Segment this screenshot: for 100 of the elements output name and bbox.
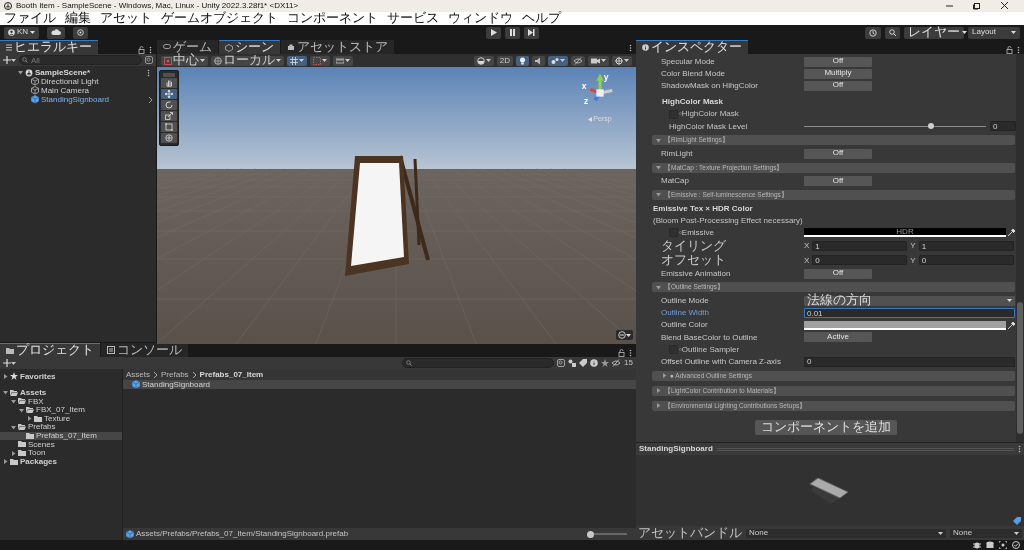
breadcrumb-link[interactable]: Assets [126,369,150,380]
move-tool[interactable] [161,89,177,99]
hierarchy-item[interactable]: Main Camera [41,85,89,96]
scan-icon[interactable] [999,541,1007,549]
more-icon[interactable] [1018,445,1021,453]
toggle-button[interactable]: Multiply [804,68,872,79]
panel-tab[interactable]: コンソール [101,343,188,357]
toggle-button[interactable]: Off [804,56,872,67]
check-circle-icon[interactable] [1012,541,1020,549]
tree-item[interactable]: Prefabs [28,422,56,433]
more-icon[interactable] [149,46,152,54]
toggle-button[interactable]: Off [804,80,872,91]
menu-item[interactable]: アセット [100,12,152,25]
effects-dropdown[interactable] [548,55,568,66]
hierarchy-item[interactable]: Directional Light [41,76,99,87]
search-field[interactable]: All [19,55,142,65]
asset-bundle-dropdown[interactable]: None [746,528,946,538]
variant-dropdown[interactable]: None [950,528,1022,538]
menu-item[interactable]: ゲームオブジェクト [161,12,278,25]
inspector-tab[interactable]: インスペクター [636,40,748,54]
add-button[interactable] [3,56,16,64]
lighting-toggle[interactable] [516,55,529,66]
step-button[interactable] [523,26,539,39]
signboard-drawing[interactable] [345,155,430,276]
snap-button[interactable] [310,55,330,66]
add-button[interactable] [3,359,16,367]
menu-item[interactable]: ファイル [4,12,56,25]
tree-item[interactable]: Favorites [20,371,56,382]
gizmos-dropdown[interactable] [612,55,632,66]
visibility-toggle[interactable] [571,55,585,66]
info-icon[interactable] [590,359,599,367]
hierarchy-item[interactable]: StandingSignboard [41,94,110,105]
audio-toggle[interactable] [532,55,545,66]
tree-item[interactable]: Packages [20,456,57,467]
hand-tool[interactable] [161,78,177,88]
color-swatch[interactable] [804,320,1006,330]
camera-overlay-button[interactable] [616,330,633,340]
pause-button[interactable] [504,26,520,39]
dropdown[interactable]: 法線の方向 [804,295,1015,306]
database-icon[interactable] [986,541,994,549]
caret-icon[interactable] [11,399,16,404]
text-field[interactable]: 0 [804,356,1015,367]
breadcrumb-link[interactable]: Prefabs_07_Item [199,369,264,380]
eyedropper-icon[interactable] [1008,229,1015,237]
slider-thumb[interactable] [928,123,935,130]
search-button[interactable] [885,26,900,39]
minimize-icon[interactable] [946,2,953,9]
scale-tool[interactable] [161,111,177,121]
grip-icon[interactable] [163,73,175,77]
tree-item[interactable]: Scenes [28,439,55,450]
more-icon[interactable] [629,44,632,52]
number-field[interactable]: 1 [918,241,1014,252]
search-options-icon[interactable] [145,56,153,64]
layout-dropdown[interactable]: Layout [968,26,1020,39]
caret-icon[interactable] [19,407,24,413]
bug-icon[interactable] [973,541,981,549]
hidden-eye-icon[interactable] [612,359,621,367]
close-icon[interactable] [1001,2,1008,9]
orientation-gizmo[interactable]: y x z [578,71,622,115]
maximize-icon[interactable] [973,2,981,10]
lock-icon[interactable] [138,46,145,54]
number-field[interactable]: 0 [990,121,1016,132]
menu-item[interactable]: ヘルプ [522,12,561,25]
caret-icon[interactable] [3,390,8,396]
scene-name[interactable]: SampleScene* [35,67,91,78]
number-field[interactable]: 0 [918,255,1014,266]
menu-item[interactable]: ウィンドウ [448,12,513,25]
play-button[interactable] [485,26,501,39]
rotate-tool[interactable] [161,100,177,110]
toggle-button[interactable]: Off [804,268,872,279]
history-button[interactable] [865,26,881,39]
rect-tool[interactable] [161,122,177,132]
type-filter-icon[interactable] [568,359,577,367]
number-field[interactable]: 0 [812,255,908,266]
view-tab[interactable]: シーン [219,40,280,54]
add-component-button[interactable]: コンポーネントを追加 [755,420,897,436]
increment-button[interactable] [333,55,353,66]
slider-thumb[interactable] [587,530,595,538]
caret-icon[interactable] [11,450,16,456]
toggle-button[interactable]: Off [804,176,872,187]
chevron-icon[interactable] [148,96,153,103]
tree-item[interactable]: Texture [44,413,71,424]
menu-item[interactable]: サービス [387,12,439,25]
lock-icon[interactable] [1006,46,1013,54]
panel-tab[interactable]: プロジェクト [0,343,100,357]
caret-icon[interactable] [11,424,16,430]
tree-item[interactable]: Toon [28,448,46,458]
space-dropdown[interactable]: ローカル [211,55,284,66]
view-tab[interactable]: ゲーム [157,40,218,54]
caret-icon[interactable] [3,373,8,379]
color-swatch[interactable]: HDR [804,228,1006,238]
scrollbar[interactable] [1016,54,1024,442]
grid-button[interactable] [287,55,307,66]
tree-item[interactable]: FBX_07_Item [36,405,85,415]
text-field[interactable]: 0.01 [804,308,1015,319]
layers-dropdown[interactable]: レイヤー [904,26,964,39]
cloud-button[interactable] [47,26,66,39]
services-button[interactable] [73,26,89,39]
tree-item[interactable]: Assets [20,388,47,398]
label-tag-icon[interactable] [579,359,588,367]
